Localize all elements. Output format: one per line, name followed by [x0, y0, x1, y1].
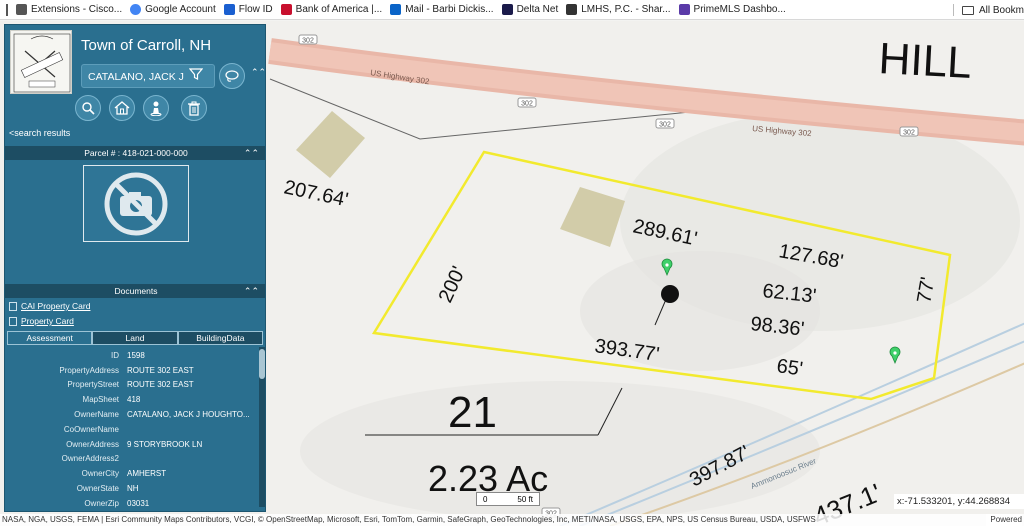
coordinate-readout: x:-71.533201, y:44.268834	[894, 494, 1024, 509]
tab-building-data[interactable]: BuildingData	[177, 331, 263, 345]
hill-label: HILL	[877, 34, 972, 88]
svg-text:302: 302	[302, 38, 314, 45]
document-icon	[9, 316, 17, 326]
bookmark-flow-id[interactable]: Flow ID	[223, 4, 273, 15]
town-seal-logo	[10, 30, 72, 94]
delta-icon	[501, 4, 513, 15]
filter-icon[interactable]	[188, 67, 204, 84]
location-button[interactable]	[143, 95, 169, 121]
parcel-panel: Town of Carroll, NH CATALANO, JACK J ⌃⌃ …	[4, 24, 266, 512]
town-title: Town of Carroll, NH	[81, 37, 212, 54]
lasso-icon	[225, 70, 239, 82]
bookmark-google-account[interactable]: Google Account	[130, 4, 216, 15]
scale-bar: 0 50 ft	[476, 492, 540, 506]
collapse-chevron-icon[interactable]: ⌃⌃	[251, 67, 265, 78]
attribute-row: CoOwnerName	[63, 424, 119, 434]
scrollbar-thumb[interactable]	[259, 349, 265, 379]
attribute-row: OwnerAddress2	[61, 454, 119, 464]
attribute-row: PropertyStreet ROUTE 302 EAST	[67, 380, 194, 390]
document-link-cai-property-card[interactable]: CAI Property Card	[9, 301, 90, 311]
mail-icon	[390, 4, 402, 15]
search-button[interactable]	[75, 95, 101, 121]
owner-filter-value: CATALANO, JACK J	[88, 71, 184, 83]
attribute-row: OwnerState NH	[76, 484, 139, 494]
lasso-select-button[interactable]	[219, 63, 245, 89]
primemls-icon	[678, 4, 690, 15]
detail-tabs: Assessment Land BuildingData	[7, 331, 263, 345]
attribute-row: ID 1598	[111, 350, 145, 360]
svg-text:302: 302	[521, 101, 533, 108]
attribute-row: PropertyAddress ROUTE 302 EAST	[59, 365, 194, 375]
svg-text:302: 302	[903, 130, 915, 137]
clear-button[interactable]	[181, 95, 207, 121]
selected-point-marker[interactable]	[661, 285, 679, 303]
puzzle-icon	[16, 4, 27, 15]
bookmark-primemls[interactable]: PrimeMLS Dashbo...	[678, 4, 786, 15]
bookmarks-separator	[952, 4, 954, 16]
home-button[interactable]	[109, 95, 135, 121]
home-icon	[114, 101, 130, 115]
google-icon	[130, 4, 142, 15]
route-shield: 302	[517, 97, 537, 108]
route-shield: 302	[655, 118, 675, 129]
dimension-label: 77'	[913, 275, 939, 305]
bookmark-mail[interactable]: Mail - Barbi Dickis...	[390, 4, 494, 15]
folder-icon	[961, 5, 974, 15]
all-bookmarks[interactable]: All Bookm	[940, 0, 1024, 19]
bookmark-extensions[interactable]: Extensions - Cisco...	[16, 4, 122, 15]
bookmark-bank-of-america[interactable]: Bank of America |...	[280, 4, 382, 15]
search-results-link[interactable]: <search results	[9, 128, 70, 138]
boa-icon	[280, 4, 292, 15]
trash-icon	[188, 101, 200, 116]
svg-text:302: 302	[659, 122, 671, 129]
tab-land[interactable]: Land	[92, 331, 178, 345]
route-shield: 302	[298, 34, 318, 45]
documents-header: Documents ⌃⌃	[5, 284, 265, 298]
attributes-scrollbar[interactable]	[259, 347, 265, 507]
search-icon	[82, 102, 95, 115]
attribute-row: OwnerZip 03031	[84, 498, 150, 508]
attribute-row: OwnerCity AMHERST	[81, 469, 167, 479]
parcel-header: Parcel # : 418-021-000-000 ⌃⌃	[5, 146, 265, 160]
collapse-chevron-icon[interactable]: ⌃⌃	[244, 284, 259, 298]
powered-by[interactable]: Powered	[986, 514, 1022, 526]
flow-icon	[223, 4, 235, 15]
document-icon	[9, 301, 17, 311]
person-pin-icon	[150, 101, 162, 116]
bookmark-delta-net[interactable]: Delta Net	[501, 4, 558, 15]
route-shield: 302	[899, 126, 919, 137]
map-attribution: NASA, NGA, USGS, FEMA | Esri Community M…	[0, 514, 1024, 526]
attribute-row: OwnerName CATALANO, JACK J HOUGHTO...	[74, 410, 250, 420]
document-link-property-card[interactable]: Property Card	[9, 316, 74, 326]
attribute-row: MapSheet 418	[82, 395, 141, 405]
dimension-label: 65'	[775, 355, 804, 380]
parcel-photo-placeholder	[83, 165, 189, 242]
assessment-attributes: ID 1598 PropertyAddress ROUTE 302 EAST Pro…	[5, 348, 257, 511]
collapse-chevron-icon[interactable]: ⌃⌃	[244, 146, 259, 160]
bookmark-lmhs[interactable]: LMHS, P.C. - Shar...	[566, 4, 671, 15]
lmhs-icon	[566, 4, 578, 15]
bookmarks-bar: Extensions - Cisco... Google Account Flo…	[0, 0, 1024, 20]
attribute-row: OwnerAddress 9 STORYBROOK LN	[66, 439, 203, 449]
bookmarks-divider	[6, 3, 8, 16]
tab-assessment[interactable]: Assessment	[7, 331, 93, 345]
lot-number: 21	[448, 388, 497, 437]
